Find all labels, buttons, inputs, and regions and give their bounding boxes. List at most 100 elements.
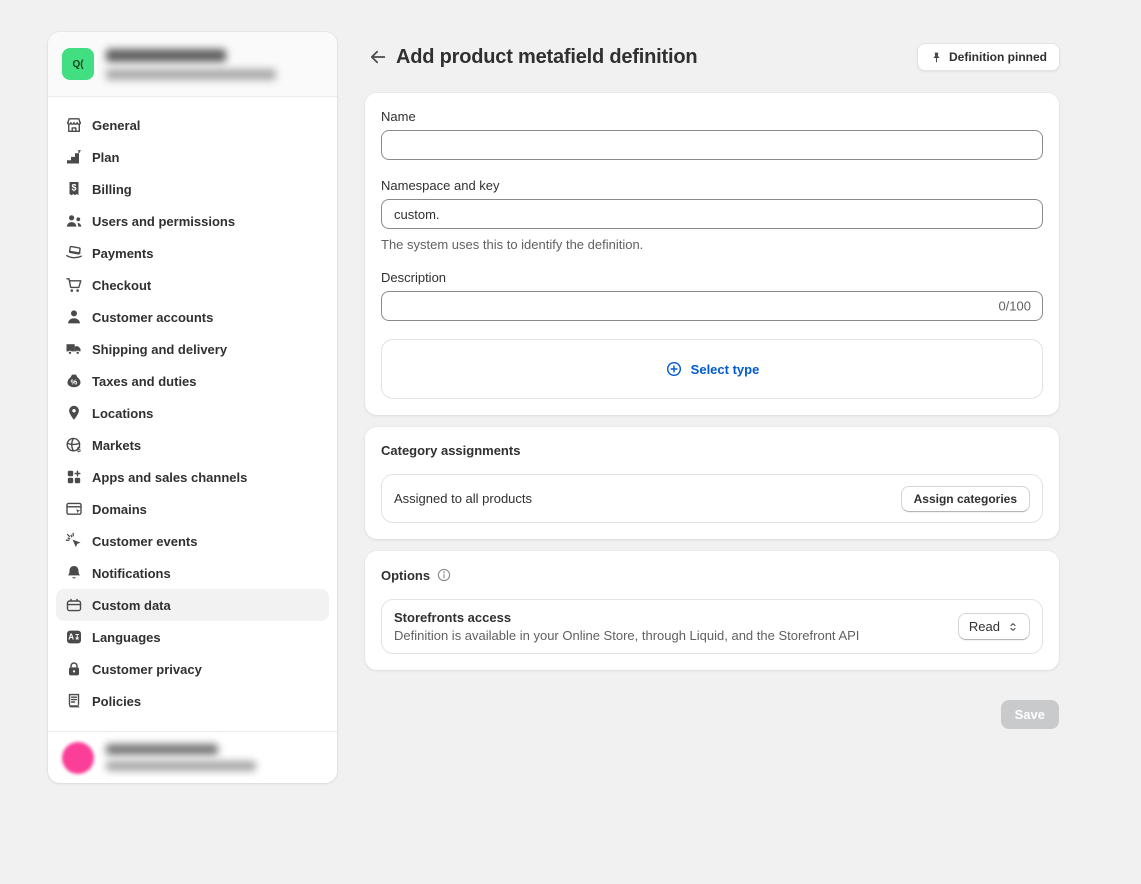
description-field-group: Description 0/100 bbox=[381, 270, 1043, 321]
category-card-title: Category assignments bbox=[381, 443, 520, 458]
sidebar-item-notifications[interactable]: Notifications bbox=[56, 557, 329, 589]
svg-text:$: $ bbox=[77, 447, 81, 454]
translate-icon: A bbox=[64, 627, 84, 647]
sidebar-item-label: Shipping and delivery bbox=[92, 342, 227, 357]
store-domain-redacted bbox=[106, 69, 276, 80]
store-header: Q( bbox=[48, 32, 337, 97]
settings-nav: General Plan $ Billing Users and permiss… bbox=[48, 97, 337, 731]
store-name-redacted bbox=[106, 49, 226, 62]
store-identity bbox=[106, 49, 276, 80]
sidebar-item-customer-privacy[interactable]: Customer privacy bbox=[56, 653, 329, 685]
select-type-button[interactable]: Select type bbox=[381, 339, 1043, 399]
user-footer bbox=[48, 731, 337, 783]
person-icon bbox=[64, 307, 84, 327]
caret-updown-icon bbox=[1007, 621, 1019, 633]
sidebar-item-label: Taxes and duties bbox=[92, 374, 197, 389]
sidebar-item-apps-and-sales-channels[interactable]: Apps and sales channels bbox=[56, 461, 329, 493]
sidebar-item-label: Apps and sales channels bbox=[92, 470, 247, 485]
sidebar-item-plan[interactable]: Plan bbox=[56, 141, 329, 173]
namespace-help-text: The system uses this to identify the def… bbox=[381, 237, 1043, 252]
sidebar-item-languages[interactable]: A Languages bbox=[56, 621, 329, 653]
sidebar-item-users-and-permissions[interactable]: Users and permissions bbox=[56, 205, 329, 237]
sidebar-item-billing[interactable]: $ Billing bbox=[56, 173, 329, 205]
bell-icon bbox=[64, 563, 84, 583]
svg-text:$: $ bbox=[71, 183, 76, 193]
description-label: Description bbox=[381, 270, 1043, 285]
page-title: Add product metafield definition bbox=[396, 46, 697, 69]
storefronts-access-row: Storefronts access Definition is availab… bbox=[381, 599, 1043, 654]
policy-scroll-icon bbox=[64, 691, 84, 711]
user-name-redacted bbox=[106, 744, 218, 755]
globe-icon: $ bbox=[64, 435, 84, 455]
store-avatar: Q( bbox=[62, 48, 94, 80]
assign-categories-button[interactable]: Assign categories bbox=[901, 486, 1030, 512]
store-icon bbox=[64, 115, 84, 135]
storefronts-access-value: Read bbox=[969, 619, 1000, 634]
plus-circle-icon bbox=[665, 360, 683, 378]
sidebar-item-label: Plan bbox=[92, 150, 119, 165]
save-button[interactable]: Save bbox=[1001, 700, 1059, 729]
category-assignment-row: Assigned to all products Assign categori… bbox=[381, 474, 1043, 523]
sidebar-item-label: Notifications bbox=[92, 566, 171, 581]
sidebar-item-label: Customer privacy bbox=[92, 662, 202, 677]
namespace-input[interactable] bbox=[381, 199, 1043, 229]
sidebar-item-shipping-and-delivery[interactable]: Shipping and delivery bbox=[56, 333, 329, 365]
sidebar-item-label: Customer events bbox=[92, 534, 197, 549]
definition-pinned-button[interactable]: Definition pinned bbox=[917, 43, 1060, 71]
money-bag-icon: % bbox=[64, 371, 84, 391]
sidebar-item-customer-events[interactable]: Customer events bbox=[56, 525, 329, 557]
svg-text:A: A bbox=[68, 633, 74, 642]
apps-grid-icon bbox=[64, 467, 84, 487]
page-header: Add product metafield definition Definit… bbox=[364, 42, 1060, 72]
sidebar-item-label: Billing bbox=[92, 182, 132, 197]
plan-steps-icon bbox=[64, 147, 84, 167]
namespace-field-group: Namespace and key The system uses this t… bbox=[381, 178, 1043, 252]
sidebar-item-locations[interactable]: Locations bbox=[56, 397, 329, 429]
options-card: Options Storefronts access Definition is… bbox=[365, 551, 1059, 670]
user-identity bbox=[106, 744, 256, 771]
name-field-group: Name bbox=[381, 109, 1043, 160]
sidebar-item-customer-accounts[interactable]: Customer accounts bbox=[56, 301, 329, 333]
settings-sidebar: Q( General Plan $ Billing bbox=[48, 32, 337, 783]
sidebar-item-label: General bbox=[92, 118, 140, 133]
sidebar-item-label: Checkout bbox=[92, 278, 151, 293]
sidebar-item-domains[interactable]: Domains bbox=[56, 493, 329, 525]
svg-text:%: % bbox=[71, 378, 78, 387]
users-icon bbox=[64, 211, 84, 231]
sidebar-item-checkout[interactable]: Checkout bbox=[56, 269, 329, 301]
cart-icon bbox=[64, 275, 84, 295]
user-email-redacted bbox=[106, 761, 256, 771]
truck-icon bbox=[64, 339, 84, 359]
storefronts-access-select[interactable]: Read bbox=[958, 613, 1030, 640]
storefronts-access-title: Storefronts access bbox=[394, 610, 859, 625]
sidebar-item-label: Policies bbox=[92, 694, 141, 709]
sidebar-item-custom-data[interactable]: Custom data bbox=[56, 589, 329, 621]
category-status-text: Assigned to all products bbox=[394, 491, 532, 506]
receipt-icon: $ bbox=[64, 179, 84, 199]
user-avatar bbox=[62, 742, 94, 774]
definition-form-card: Name Namespace and key The system uses t… bbox=[365, 93, 1059, 415]
info-icon[interactable] bbox=[436, 567, 452, 583]
description-input[interactable] bbox=[381, 291, 1043, 321]
back-button[interactable] bbox=[364, 43, 392, 71]
sidebar-item-general[interactable]: General bbox=[56, 109, 329, 141]
pin-icon bbox=[930, 51, 943, 64]
location-pin-icon bbox=[64, 403, 84, 423]
sidebar-item-label: Domains bbox=[92, 502, 147, 517]
sidebar-item-markets[interactable]: $ Markets bbox=[56, 429, 329, 461]
storefronts-access-description: Definition is available in your Online S… bbox=[394, 628, 859, 643]
sidebar-item-policies[interactable]: Policies bbox=[56, 685, 329, 717]
payments-icon bbox=[64, 243, 84, 263]
sidebar-item-label: Locations bbox=[92, 406, 153, 421]
sidebar-item-label: Customer accounts bbox=[92, 310, 213, 325]
name-label: Name bbox=[381, 109, 1043, 124]
arrow-left-icon bbox=[368, 47, 388, 67]
sidebar-item-payments[interactable]: Payments bbox=[56, 237, 329, 269]
sidebar-item-taxes-and-duties[interactable]: % Taxes and duties bbox=[56, 365, 329, 397]
sidebar-item-label: Markets bbox=[92, 438, 141, 453]
namespace-label: Namespace and key bbox=[381, 178, 1043, 193]
sidebar-item-label: Custom data bbox=[92, 598, 171, 613]
storefronts-access-text: Storefronts access Definition is availab… bbox=[394, 610, 859, 643]
name-input[interactable] bbox=[381, 130, 1043, 160]
cursor-click-icon bbox=[64, 531, 84, 551]
